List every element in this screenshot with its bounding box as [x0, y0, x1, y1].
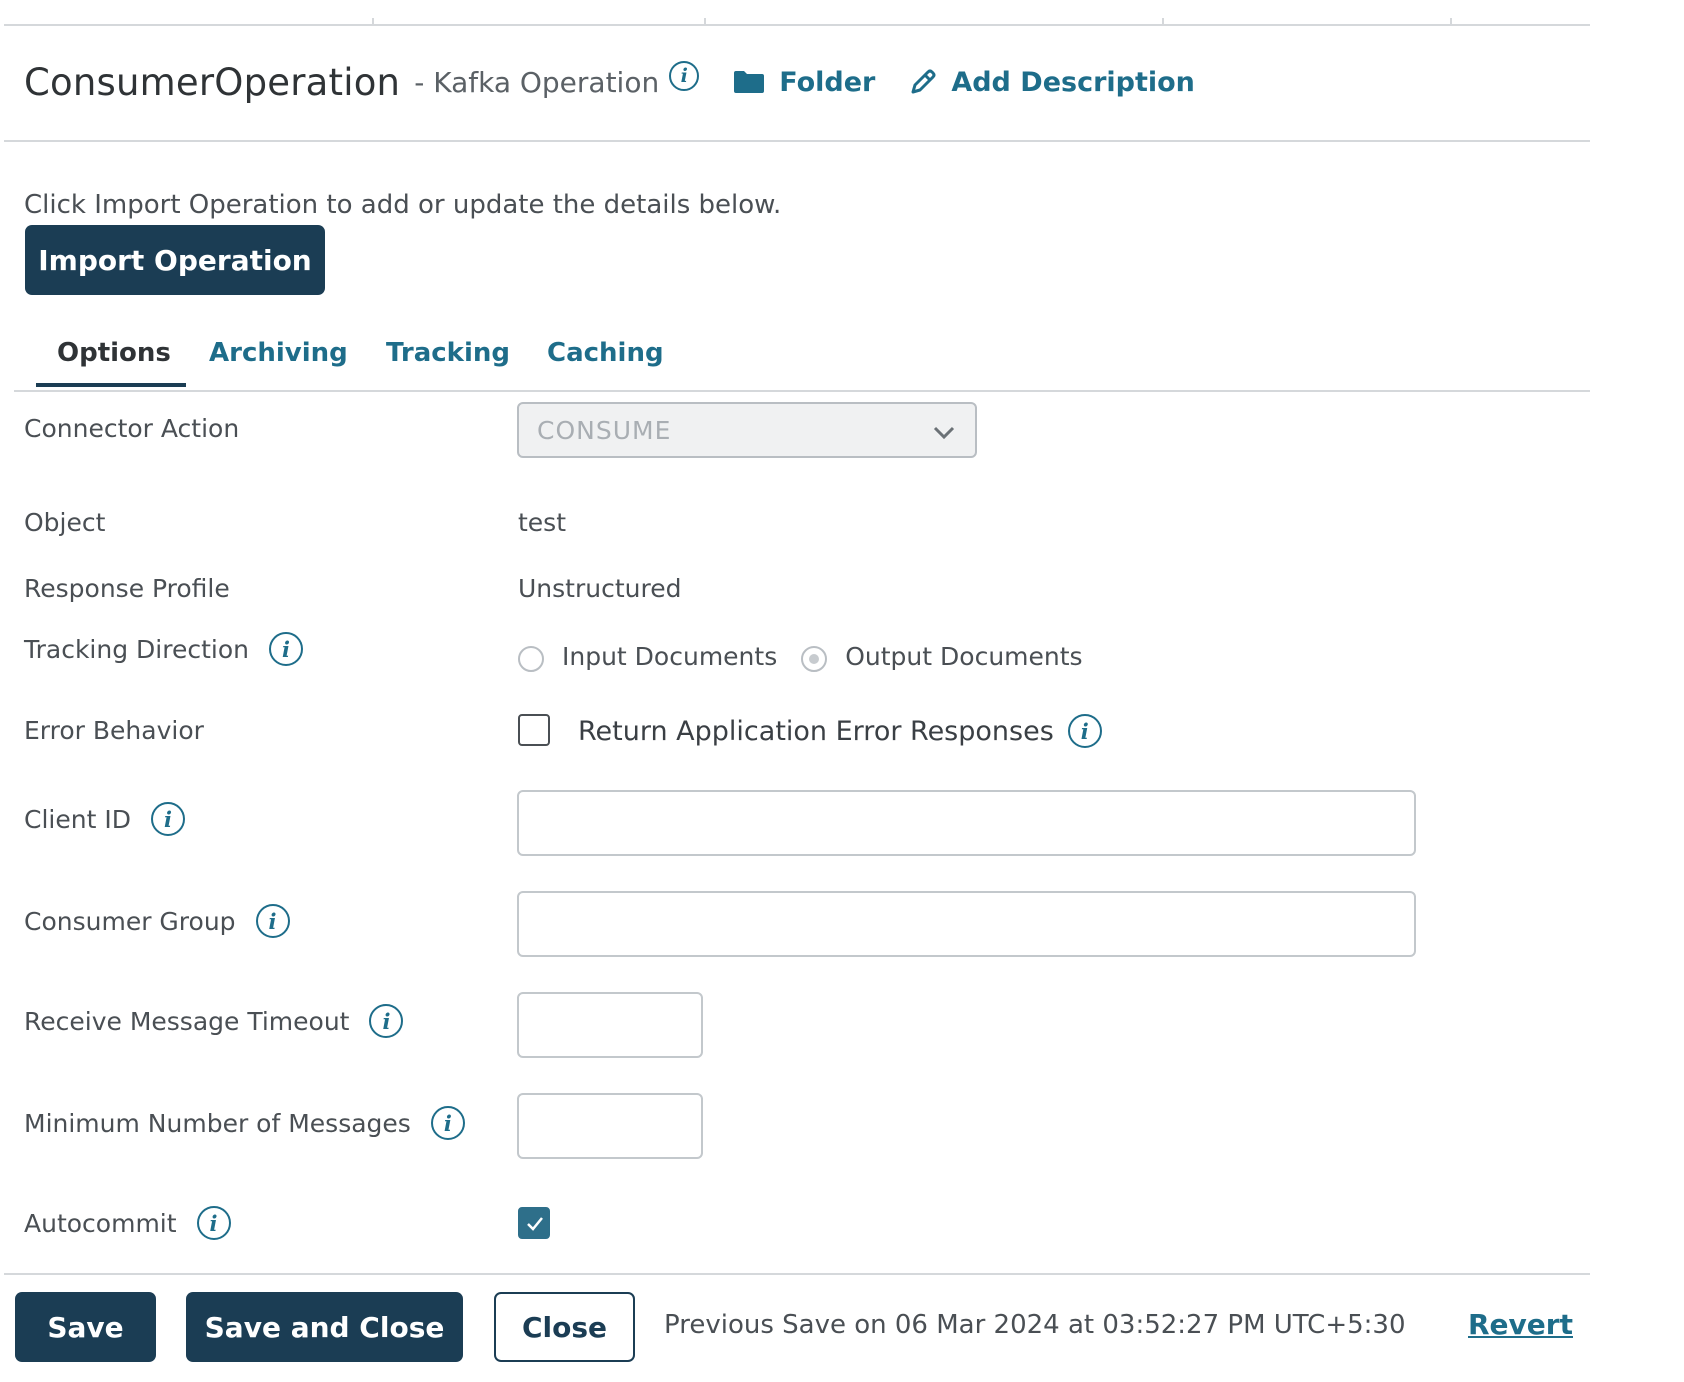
return-error-responses-checkbox[interactable] [518, 714, 550, 746]
add-description-label: Add Description [951, 66, 1195, 98]
previous-save-status: Previous Save on 06 Mar 2024 at 03:52:27… [664, 1310, 1406, 1340]
pencil-icon [911, 69, 936, 94]
folder-icon [734, 71, 765, 93]
output-documents-label: Output Documents [845, 641, 1083, 671]
output-documents-radio[interactable] [801, 646, 828, 672]
tab-caching[interactable]: Caching [547, 338, 664, 368]
operation-type: - Kafka Operation [414, 65, 660, 99]
autocommit-label-text: Autocommit [24, 1208, 177, 1238]
close-button[interactable]: Close [494, 1292, 635, 1362]
minimum-messages-label-text: Minimum Number of Messages [24, 1108, 411, 1138]
return-error-responses-label-wrap: Return Application Error Responses i [578, 714, 1102, 748]
tracking-direction-label: Tracking Direction i [24, 632, 303, 666]
response-profile-label-text: Response Profile [24, 574, 230, 603]
info-icon[interactable]: i [430, 1106, 465, 1140]
tab-tracking[interactable]: Tracking [386, 338, 510, 368]
autocommit-label: Autocommit i [24, 1206, 231, 1240]
object-label: Object [24, 508, 105, 537]
receive-message-timeout-label: Receive Message Timeout i [24, 1004, 404, 1038]
tracking-direction-radio-group: Input Documents Output Documents [518, 640, 1083, 672]
tab-archiving[interactable]: Archiving [209, 338, 348, 368]
client-id-input[interactable] [517, 790, 1416, 856]
page: ConsumerOperation - Kafka Operation i Fo… [0, 0, 1684, 1382]
operation-header: ConsumerOperation - Kafka Operation i Fo… [24, 52, 1195, 112]
revert-link[interactable]: Revert [1468, 1308, 1573, 1341]
connector-action-select[interactable]: CONSUME [517, 402, 977, 458]
client-id-label-text: Client ID [24, 804, 131, 834]
consumer-group-label-text: Consumer Group [24, 906, 236, 936]
add-description-link[interactable]: Add Description [909, 67, 1195, 98]
info-icon[interactable]: i [196, 1206, 231, 1240]
column-tick [1450, 18, 1452, 24]
column-tick [704, 18, 706, 24]
save-button[interactable]: Save [15, 1292, 156, 1362]
error-behavior-label-text: Error Behavior [24, 716, 204, 745]
info-icon[interactable]: i [1067, 714, 1102, 748]
import-hint: Click Import Operation to add or update … [24, 190, 782, 220]
footer-divider [4, 1273, 1590, 1275]
consumer-group-input[interactable] [517, 891, 1416, 957]
input-documents-label: Input Documents [562, 641, 778, 671]
response-profile-label: Response Profile [24, 574, 230, 603]
connector-action-label-text: Connector Action [24, 414, 240, 443]
checkmark-icon [527, 1217, 543, 1231]
client-id-label: Client ID i [24, 802, 185, 836]
active-tab-indicator [36, 383, 186, 387]
info-icon[interactable]: i [669, 61, 700, 91]
save-and-close-button[interactable]: Save and Close [186, 1292, 463, 1362]
input-documents-radio[interactable] [518, 646, 544, 672]
header-divider [4, 140, 1590, 142]
info-icon[interactable]: i [369, 1004, 404, 1038]
receive-message-timeout-input[interactable] [517, 992, 703, 1058]
autocommit-checkbox[interactable] [518, 1207, 550, 1239]
return-error-responses-label: Return Application Error Responses [578, 715, 1054, 747]
chevron-down-icon [933, 426, 955, 440]
tab-bar: Options Archiving Tracking Caching [14, 336, 1590, 392]
info-icon[interactable]: i [268, 632, 303, 666]
minimum-messages-label: Minimum Number of Messages i [24, 1106, 465, 1140]
consumer-group-label: Consumer Group i [24, 904, 290, 938]
response-profile-value: Unstructured [518, 574, 682, 603]
column-tick [372, 18, 374, 24]
connector-action-value: CONSUME [537, 415, 672, 445]
receive-message-timeout-label-text: Receive Message Timeout [24, 1006, 350, 1036]
operation-panel: ConsumerOperation - Kafka Operation i Fo… [0, 0, 1590, 1382]
tab-options[interactable]: Options [57, 338, 171, 368]
info-icon[interactable]: i [255, 904, 290, 938]
object-label-text: Object [24, 508, 106, 537]
object-value: test [518, 508, 567, 537]
top-divider [4, 24, 1590, 26]
error-behavior-label: Error Behavior [24, 716, 204, 745]
tracking-direction-label-text: Tracking Direction [24, 634, 249, 664]
folder-link[interactable]: Folder [733, 67, 875, 98]
connector-action-label: Connector Action [24, 414, 239, 443]
column-tick [1162, 18, 1164, 24]
info-icon[interactable]: i [150, 802, 185, 836]
import-operation-button[interactable]: Import Operation [25, 225, 325, 295]
operation-name: ConsumerOperation [24, 60, 401, 104]
minimum-messages-input[interactable] [517, 1093, 703, 1159]
folder-label: Folder [779, 66, 876, 98]
